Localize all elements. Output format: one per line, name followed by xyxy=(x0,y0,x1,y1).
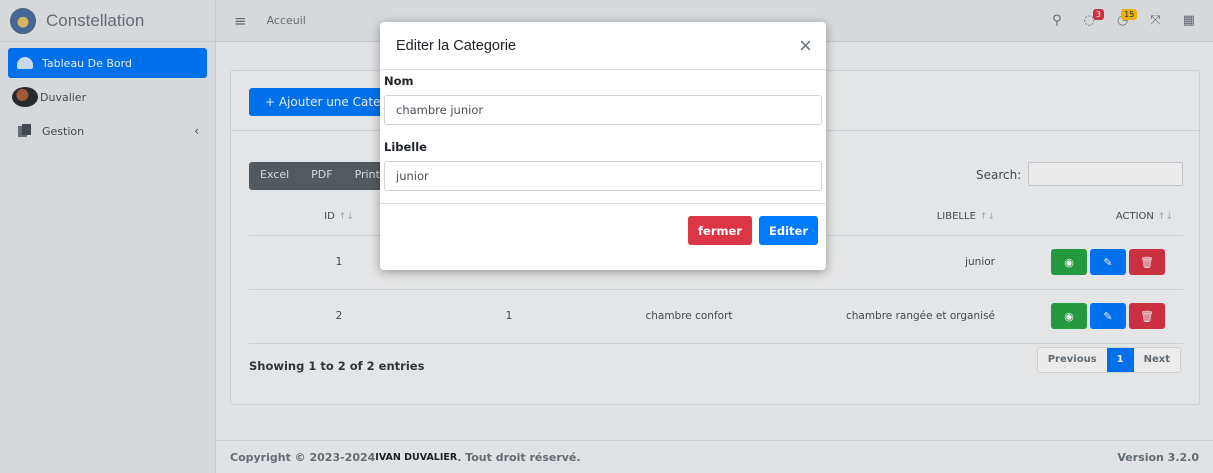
modal-footer xyxy=(380,203,826,204)
edit-category-modal: Editer la Categorie × Nom chambre junior… xyxy=(380,22,826,270)
nom-label: Nom xyxy=(384,74,414,88)
modal-header: Editer la Categorie × xyxy=(380,22,826,70)
submit-edit-button[interactable]: Editer xyxy=(759,216,818,245)
close-icon[interactable]: × xyxy=(799,34,812,57)
libelle-input[interactable]: junior xyxy=(384,161,822,191)
close-button[interactable]: fermer xyxy=(688,216,752,245)
libelle-label: Libelle xyxy=(384,140,427,154)
modal-title: Editer la Categorie xyxy=(396,37,517,54)
nom-input[interactable]: chambre junior xyxy=(384,95,822,125)
